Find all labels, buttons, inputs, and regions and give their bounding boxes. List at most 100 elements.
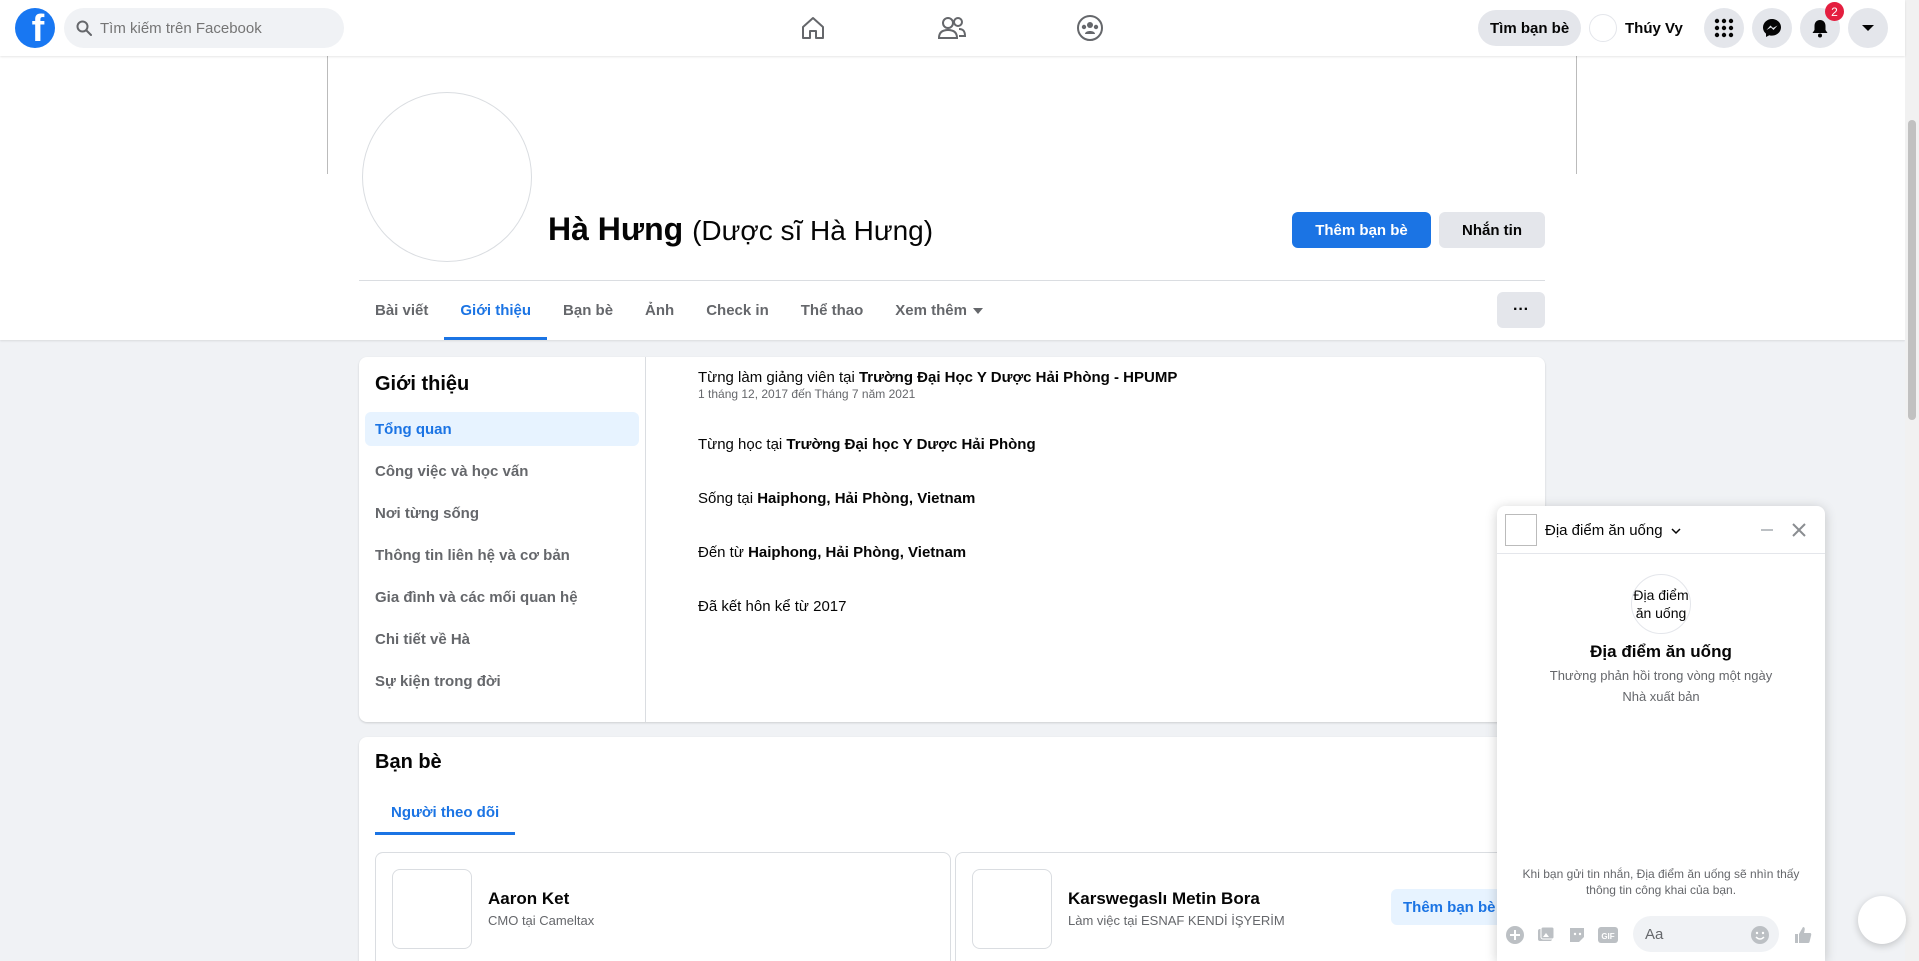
info-prefix: Đến từ	[698, 544, 749, 561]
about-nav-label: Chi tiết về Hà	[375, 630, 471, 648]
about-card: Giới thiệu Tổng quan Công việc và học vấ…	[359, 357, 1545, 722]
groups-icon[interactable]	[1074, 12, 1106, 44]
about-nav-label: Sự kiện trong đời	[375, 672, 501, 690]
tab-label: Thể thao	[800, 302, 864, 319]
chat-page-avatar[interactable]: Địa điểm ăn uống	[1631, 574, 1691, 634]
search-box[interactable]	[64, 8, 344, 48]
tab-about[interactable]: Giới thiệu	[444, 281, 547, 340]
search-input[interactable]	[100, 19, 320, 37]
follower-subtitle: Làm việc tại ESNAF KENDİ İŞYERİM	[1068, 913, 1285, 928]
work-info: Từng làm giảng viên tại Trường Đại Học Y…	[698, 369, 1177, 386]
follower-avatar[interactable]	[972, 869, 1052, 949]
image-icon[interactable]	[1535, 924, 1557, 946]
menu-grid-icon[interactable]	[1704, 8, 1744, 48]
tab-friends[interactable]: Bạn bè	[547, 281, 629, 340]
about-nav-details[interactable]: Chi tiết về Hà	[365, 622, 639, 656]
avatar-alt-text: Địa điểm ăn uống	[1633, 587, 1689, 621]
page-scrollbar[interactable]	[1905, 0, 1919, 961]
about-nav-family[interactable]: Gia đình và các mối quan hệ	[365, 580, 639, 614]
avatar	[1589, 14, 1617, 42]
chat-window: Địa điểm ăn uống Địa điểm ăn uống Địa đi…	[1497, 506, 1825, 961]
profile-picture[interactable]	[362, 92, 532, 262]
new-message-floating-button[interactable]	[1858, 896, 1906, 944]
sticker-icon[interactable]	[1566, 924, 1588, 946]
gif-icon[interactable]: GIF	[1597, 924, 1619, 946]
emoji-icon[interactable]	[1749, 924, 1771, 946]
profile-header: Hà Hưng (Dược sĩ Hà Hưng) Thêm bạn bè Nh…	[0, 56, 1905, 340]
tab-label: Bạn bè	[563, 302, 614, 319]
friends-icon[interactable]	[936, 12, 968, 44]
chat-response-time: Thường phản hồi trong vòng một ngày	[1549, 668, 1773, 683]
home-icon[interactable]	[797, 12, 829, 44]
add-friend-button[interactable]: Thêm bạn bè	[1292, 212, 1431, 248]
gif-label: GIF	[1601, 932, 1614, 941]
follower-subtitle: CMO tại Cameltax	[488, 913, 595, 928]
more-options-button[interactable]: ···	[1497, 292, 1545, 328]
tab-label: Người theo dõi	[391, 803, 500, 821]
friends-title[interactable]: Bạn bè	[375, 751, 442, 774]
chat-avatar[interactable]	[1505, 514, 1537, 546]
cover-right-edge	[1576, 56, 1577, 174]
about-title: Giới thiệu	[375, 373, 470, 395]
message-button[interactable]: Nhắn tin	[1439, 212, 1545, 248]
about-nav-label: Thông tin liên hệ và cơ bản	[375, 546, 570, 564]
profile-primary-name: Hà Hưng	[548, 211, 684, 247]
thumbs-up-icon[interactable]	[1792, 924, 1814, 946]
info-prefix: Đã kết hôn kể từ 2017	[698, 598, 847, 615]
search-icon	[76, 20, 92, 36]
cover-left-edge	[327, 56, 328, 174]
caret-down-icon	[972, 307, 983, 314]
notifications-button[interactable]: 2	[1800, 2, 1844, 48]
current-city-info: Sống tại Haiphong, Hải Phòng, Vietnam	[698, 490, 975, 507]
tab-label: Xem thêm	[895, 302, 967, 319]
about-sidebar: Giới thiệu Tổng quan Công việc và học vấ…	[359, 357, 646, 722]
about-nav-label: Tổng quan	[375, 420, 452, 438]
follower-avatar[interactable]	[392, 869, 472, 949]
chat-privacy-note: Khi bạn gửi tin nhắn, Địa điểm ăn uống s…	[1522, 867, 1800, 897]
about-nav-label: Gia đình và các mối quan hệ	[375, 588, 578, 606]
tab-label: Giới thiệu	[460, 302, 532, 319]
follower-name[interactable]: Karswegaslı Metin Bora	[1068, 889, 1260, 909]
about-nav-label: Công việc và học vấn	[375, 462, 529, 480]
about-nav-label: Nơi từng sống	[375, 504, 480, 522]
tab-label: Bài viết	[375, 302, 429, 319]
about-nav-places-lived[interactable]: Nơi từng sống	[365, 496, 639, 530]
scrollbar-thumb[interactable]	[1908, 120, 1916, 420]
hometown-link[interactable]: Haiphong, Hải Phòng, Vietnam	[748, 544, 966, 561]
bell-icon	[1812, 20, 1828, 38]
notification-badge: 2	[1825, 2, 1844, 21]
profile-alternate-name: (Dược sĩ Hà Hưng)	[692, 215, 934, 246]
tab-see-more[interactable]: Xem thêm	[879, 281, 999, 340]
close-icon[interactable]	[1787, 518, 1811, 542]
tab-check-ins[interactable]: Check in	[690, 281, 785, 340]
plus-circle-icon[interactable]	[1504, 924, 1526, 946]
tab-followers[interactable]: Người theo dõi	[375, 789, 516, 835]
about-nav-overview[interactable]: Tổng quan	[365, 412, 639, 446]
messenger-icon[interactable]	[1752, 8, 1792, 48]
current-user-profile-link[interactable]: Thúy Vy	[1589, 10, 1683, 46]
find-friends-button[interactable]: Tìm bạn bè	[1478, 10, 1582, 46]
facebook-logo[interactable]: f	[15, 8, 55, 48]
chevron-down-icon	[1671, 528, 1681, 535]
friends-card: Bạn bè Người theo dõi Aaron Ket CMO tại …	[359, 737, 1545, 961]
current-user-name: Thúy Vy	[1625, 19, 1683, 37]
chat-contact-label: Địa điểm ăn uống	[1545, 522, 1663, 539]
current-city-link[interactable]: Haiphong, Hải Phòng, Vietnam	[757, 490, 975, 507]
tab-photos[interactable]: Ảnh	[629, 281, 690, 340]
about-nav-work-education[interactable]: Công việc và học vấn	[365, 454, 639, 488]
school-link[interactable]: Trường Đại học Y Dược Hải Phòng	[786, 436, 1035, 453]
hometown-info: Đến từ Haiphong, Hải Phòng, Vietnam	[698, 544, 966, 561]
workplace-link[interactable]: Trường Đại Học Y Dược Hải Phòng - HPUMP	[859, 369, 1177, 386]
tab-sports[interactable]: Thể thao	[785, 281, 880, 340]
about-nav-contact-basic[interactable]: Thông tin liên hệ và cơ bản	[365, 538, 639, 572]
minimize-icon[interactable]	[1755, 518, 1779, 542]
profile-tabs: Bài viết Giới thiệu Bạn bè Ảnh Check in …	[359, 281, 999, 340]
tab-label: Ảnh	[645, 302, 675, 319]
info-prefix: Từng làm giảng viên tại	[698, 369, 859, 386]
tab-posts[interactable]: Bài viết	[359, 281, 444, 340]
chat-contact-name[interactable]: Địa điểm ăn uống	[1545, 522, 1681, 539]
about-nav-life-events[interactable]: Sự kiện trong đời	[365, 664, 639, 698]
account-caret-icon[interactable]	[1848, 8, 1888, 48]
follower-name[interactable]: Aaron Ket	[488, 889, 569, 909]
follower-card: Karswegaslı Metin Bora Làm việc tại ESNA…	[955, 852, 1545, 961]
